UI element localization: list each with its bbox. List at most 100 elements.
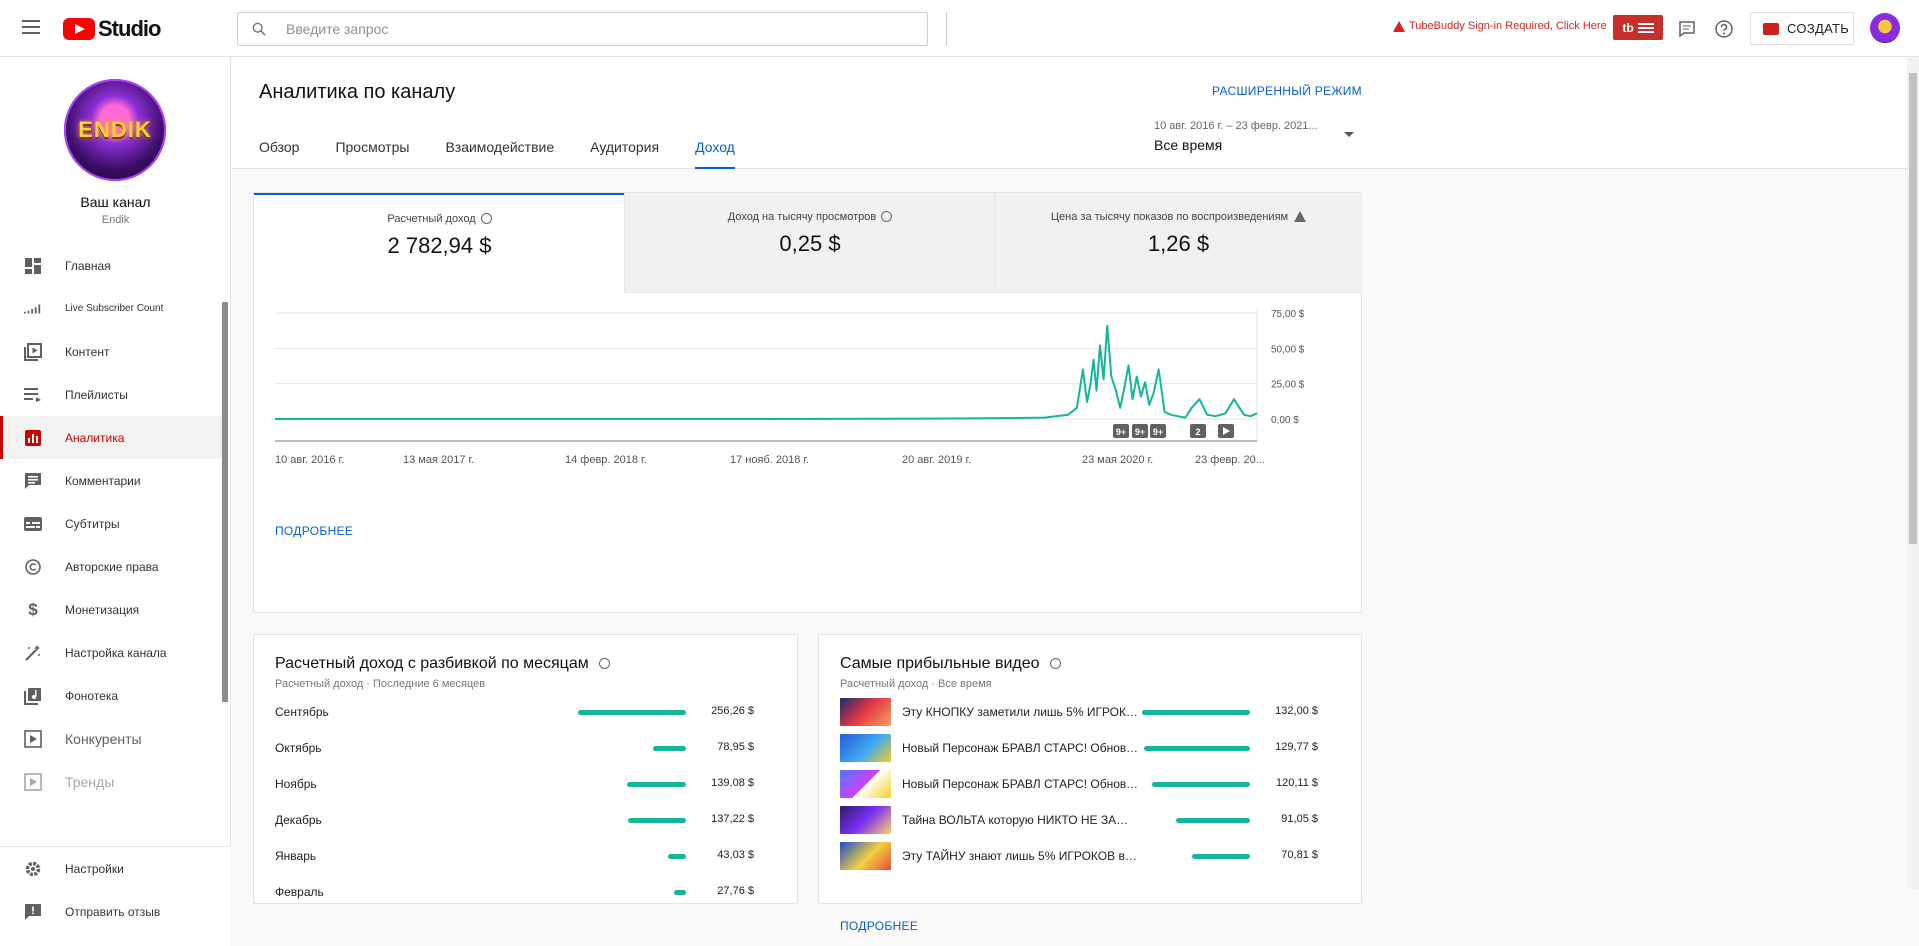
- messages-icon[interactable]: [1677, 19, 1697, 39]
- sidebar-item-subtitles[interactable]: Субтитры: [0, 502, 222, 545]
- menu-icon[interactable]: [22, 20, 40, 34]
- account-avatar[interactable]: [1870, 13, 1900, 43]
- sidebar-item-monetization[interactable]: $ Монетизация: [0, 588, 222, 631]
- video-thumbnail[interactable]: [840, 734, 891, 762]
- playlist-icon: [24, 386, 42, 404]
- month-value: 78,95 $: [717, 741, 754, 753]
- sidebar-item-label: Аналитика: [65, 430, 125, 445]
- video-title[interactable]: Новый Персонаж БРАВЛ СТАРС! Обновление..…: [902, 777, 1138, 791]
- tab-engagement[interactable]: Взаимодействие: [445, 139, 554, 169]
- sidebar-item-label: Отправить отзыв: [65, 904, 161, 919]
- search-icon: [252, 22, 266, 36]
- tab-audience[interactable]: Аудитория: [590, 139, 659, 169]
- page-scrollbar[interactable]: [1907, 57, 1919, 889]
- top-videos-more-link[interactable]: ПОДРОБНЕЕ: [840, 919, 918, 933]
- studio-logo[interactable]: Studio: [63, 16, 161, 41]
- sidebar-item-competitors[interactable]: Конкуренты: [0, 717, 222, 760]
- date-range-picker[interactable]: 10 авг. 2016 г. – 23 февр. 2021... Все в…: [1154, 120, 1354, 153]
- help-icon[interactable]: [1714, 19, 1734, 39]
- metric-rpm[interactable]: Доход на тысячу просмотров 0,25 $: [624, 193, 995, 293]
- metric-value: 2 782,94 $: [387, 233, 492, 258]
- x-tick-label: 17 нояб. 2018 г.: [730, 454, 809, 466]
- search-box[interactable]: [237, 12, 928, 46]
- video-row[interactable]: Эту ТАЙНУ знают лишь 5% ИГРОКОВ в Бравл.…: [840, 838, 1340, 874]
- create-button[interactable]: СОЗДАТЬ: [1750, 12, 1854, 45]
- sidebar-item-copyright[interactable]: Авторские права: [0, 545, 222, 588]
- video-row[interactable]: Тайна ВОЛЬТА которую НИКТО НЕ ЗАМЕТИЛ...…: [840, 802, 1340, 838]
- tab-views[interactable]: Просмотры: [335, 139, 409, 169]
- month-bar: [674, 890, 686, 895]
- video-row[interactable]: Новый Персонаж БРАВЛ СТАРС! Обновление..…: [840, 730, 1340, 766]
- video-title[interactable]: Эту ТАЙНУ знают лишь 5% ИГРОКОВ в Бравл.…: [902, 849, 1138, 863]
- video-bar: [1192, 854, 1250, 859]
- scrollbar-thumb[interactable]: [1909, 73, 1917, 544]
- month-row: Февраль 27,76 $: [275, 874, 775, 910]
- video-thumbnail[interactable]: [840, 770, 891, 798]
- channel-name: Endik: [101, 214, 130, 226]
- month-row: Декабрь 137,22 $: [275, 802, 775, 838]
- warning-icon: [1393, 20, 1405, 32]
- create-video-icon: [1763, 22, 1779, 35]
- sidebar-item-label: Плейлисты: [65, 387, 128, 402]
- sidebar-item-feedback[interactable]: Отправить отзыв: [0, 890, 231, 933]
- dollar-icon: $: [28, 599, 38, 619]
- sidebar-item-analytics[interactable]: Аналитика: [0, 416, 222, 459]
- sidebar-item-live-subscriber-count[interactable]: Live Subscriber Count: [0, 287, 222, 330]
- sidebar-item-content[interactable]: Контент: [0, 330, 222, 373]
- metric-estimated-revenue[interactable]: Расчетный доход 2 782,94 $: [254, 193, 625, 293]
- analytics-icon: [24, 429, 42, 447]
- series-line: [275, 324, 1258, 420]
- month-bar: [627, 782, 686, 787]
- video-thumbnail[interactable]: [840, 698, 891, 726]
- x-tick-label: 10 авг. 2016 г.: [275, 454, 344, 466]
- y-tick-label: 0,00 $: [1271, 415, 1299, 426]
- month-row: Ноябрь 139,08 $: [275, 766, 775, 802]
- magic-wand-icon: [24, 644, 42, 662]
- sidebar-item-dashboard[interactable]: Главная: [0, 244, 222, 287]
- video-title[interactable]: Тайна ВОЛЬТА которую НИКТО НЕ ЗАМЕТИЛ...: [902, 813, 1138, 827]
- video-title[interactable]: Новый Персонаж БРАВЛ СТАРС! Обновление..…: [902, 741, 1138, 755]
- x-tick-label: 23 мая 2020 г.: [1082, 454, 1153, 466]
- video-value: 120,11 $: [1275, 777, 1318, 789]
- chart-marker-label: 2: [1195, 427, 1200, 437]
- sidebar-item-settings[interactable]: Настройки: [0, 847, 231, 890]
- month-value: 139,08 $: [711, 777, 754, 789]
- sidebar-scrollbar[interactable]: [222, 302, 228, 702]
- signal-bars-icon: [24, 300, 42, 318]
- monthly-revenue-card: Расчетный доход с разбивкой по месяцам Р…: [253, 634, 798, 904]
- tab-revenue[interactable]: Доход: [695, 139, 735, 169]
- sidebar-item-customization[interactable]: Настройка канала: [0, 631, 222, 674]
- sidebar-item-label: Фонотека: [65, 688, 119, 703]
- sidebar-item-label: Настройка канала: [65, 645, 167, 660]
- tab-overview[interactable]: Обзор: [259, 139, 299, 169]
- chart-more-link[interactable]: ПОДРОБНЕЕ: [275, 524, 353, 538]
- subtitles-icon: [24, 515, 42, 533]
- search-input[interactable]: [286, 13, 906, 45]
- sidebar-item-playlists[interactable]: Плейлисты: [0, 373, 222, 416]
- video-title[interactable]: Эту КНОПКУ заметили лишь 5% ИГРОКОВ...: [902, 705, 1138, 719]
- x-tick-label: 14 февр. 2018 г.: [565, 454, 647, 466]
- feedback-icon: [24, 903, 42, 921]
- audio-library-icon: [24, 687, 42, 705]
- sidebar-item-trends[interactable]: Тренды: [0, 760, 222, 803]
- video-thumbnail[interactable]: [840, 842, 891, 870]
- logo-text: Studio: [98, 16, 161, 41]
- metric-label: Цена за тысячу показов по воспроизведени…: [1050, 211, 1289, 223]
- metric-playback-cpm[interactable]: Цена за тысячу показов по воспроизведени…: [994, 193, 1362, 293]
- sidebar-item-label: Авторские права: [65, 559, 159, 574]
- tubebuddy-warning[interactable]: TubeBuddy Sign-in Required, Click Here: [1393, 20, 1607, 32]
- advanced-mode-link[interactable]: РАСШИРЕННЫЙ РЕЖИМ: [1212, 84, 1362, 98]
- video-thumbnail[interactable]: [840, 806, 891, 834]
- sidebar-item-audio-library[interactable]: Фонотека: [0, 674, 222, 717]
- video-row[interactable]: Эту КНОПКУ заметили лишь 5% ИГРОКОВ... 13…: [840, 694, 1340, 730]
- page-header: Аналитика по каналу РАСШИРЕННЫЙ РЕЖИМ Об…: [232, 57, 1907, 169]
- x-tick-label: 23 февр. 20...: [1195, 454, 1265, 466]
- revenue-chart-card: Расчетный доход 2 782,94 $ Доход на тыся…: [253, 192, 1362, 613]
- video-row[interactable]: Новый Персонаж БРАВЛ СТАРС! Обновление..…: [840, 766, 1340, 802]
- channel-avatar[interactable]: ENDIK: [64, 79, 166, 181]
- tubebuddy-button[interactable]: tb: [1613, 15, 1663, 40]
- chevron-down-icon: [1344, 132, 1354, 137]
- sidebar-item-comments[interactable]: Комментарии: [0, 459, 222, 502]
- month-label: Январь: [275, 849, 317, 863]
- month-label: Сентябрь: [275, 705, 329, 719]
